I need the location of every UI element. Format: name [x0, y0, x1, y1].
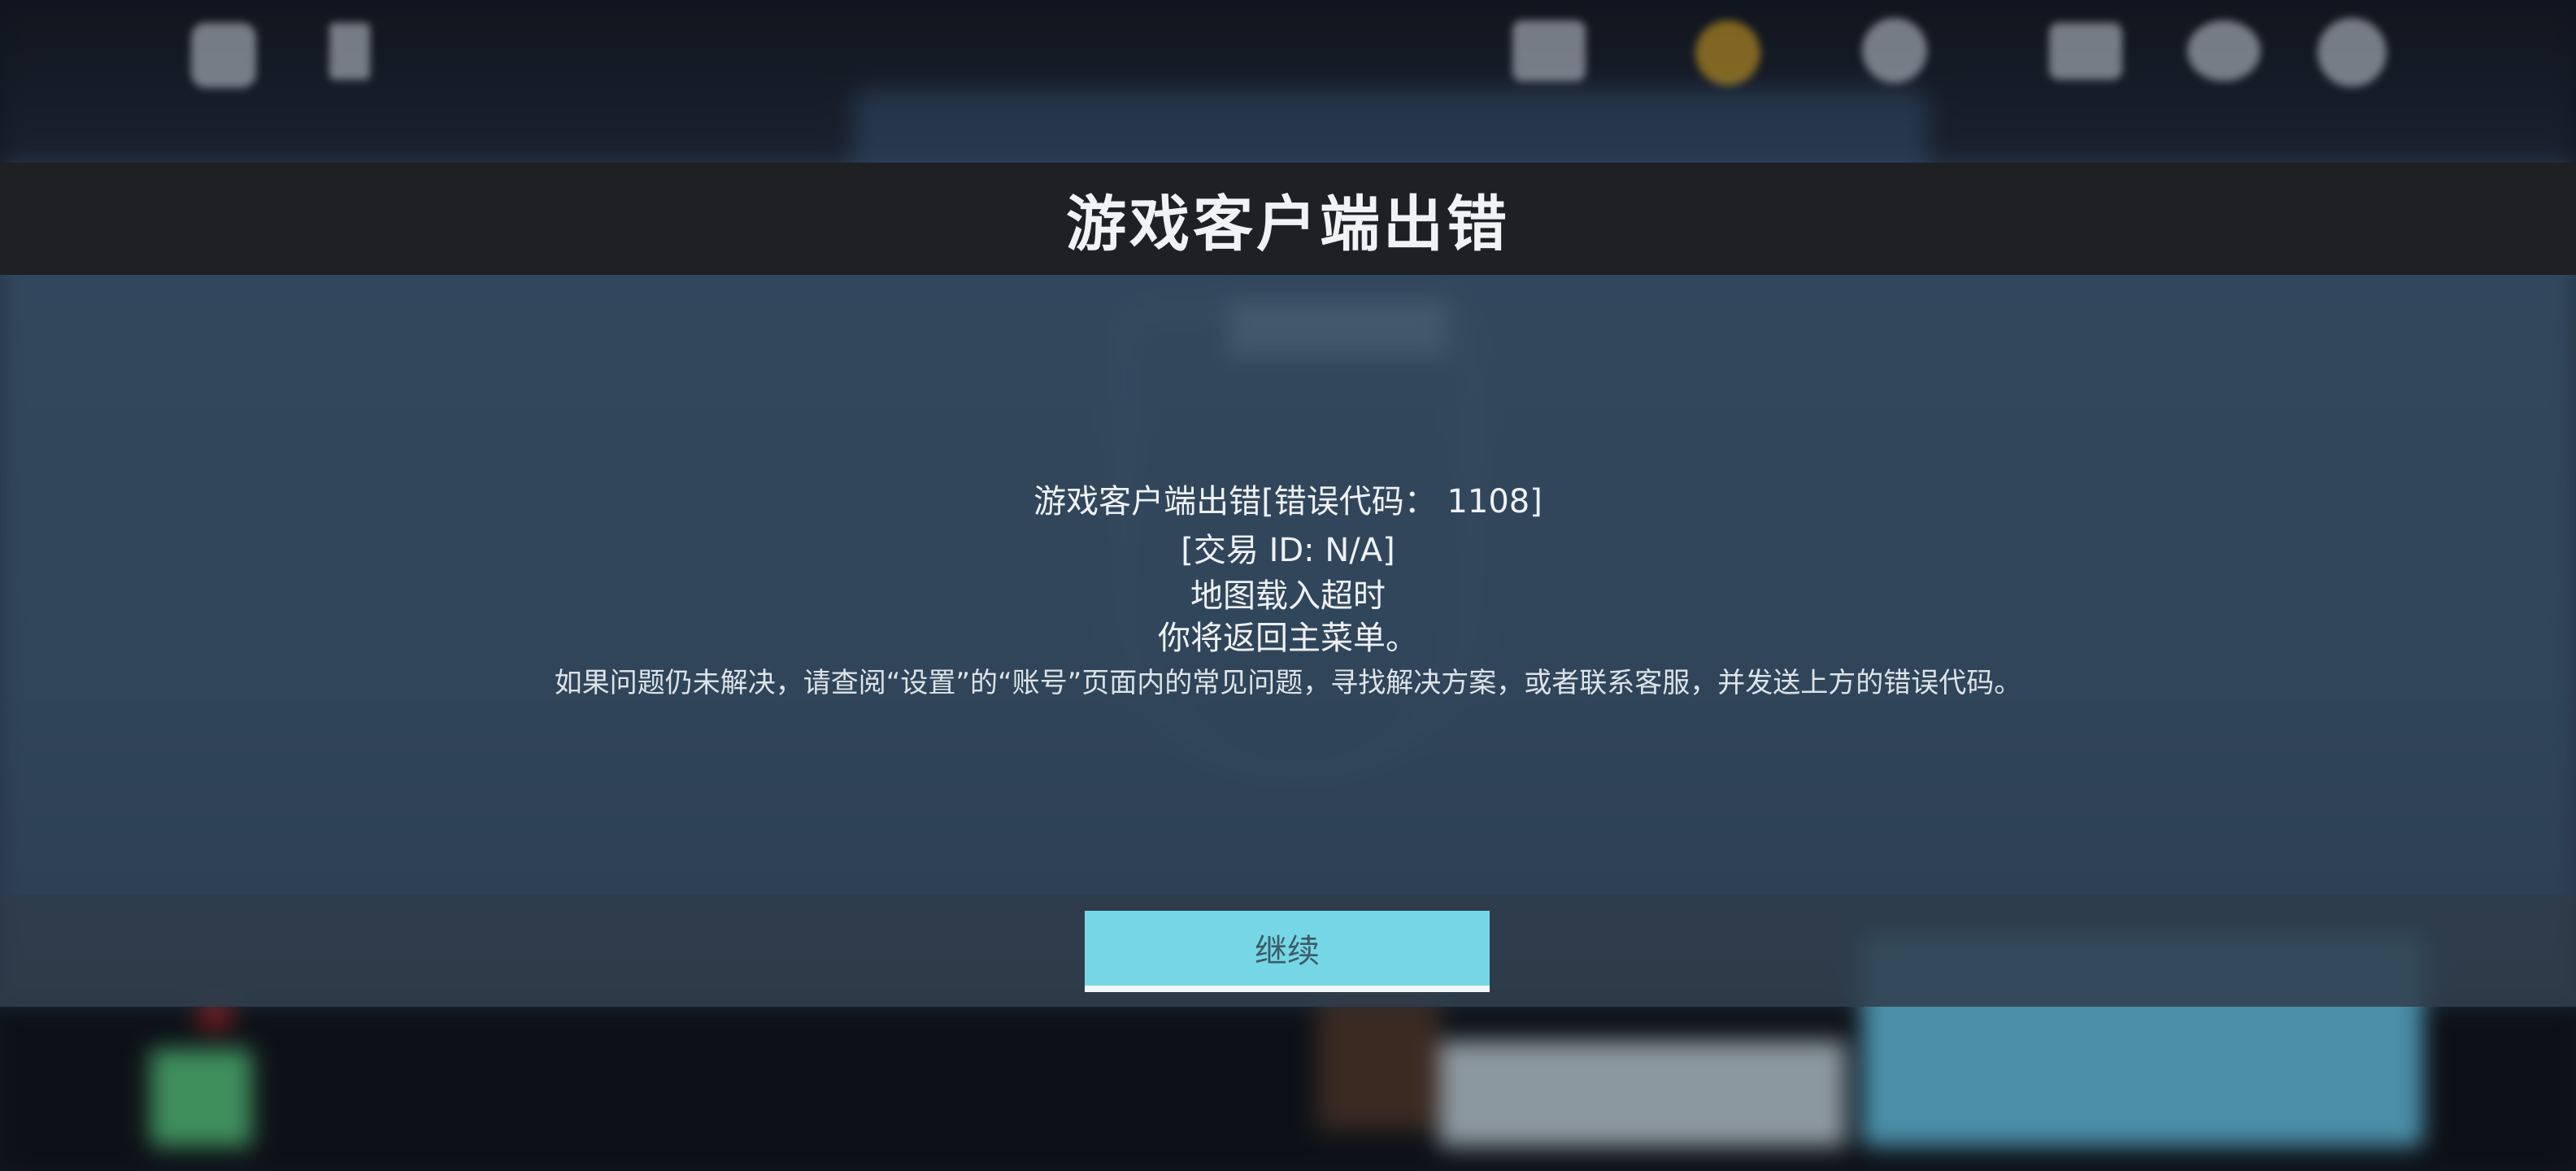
currency-icon: [1512, 20, 1586, 81]
home-icon: [191, 23, 256, 88]
transaction-id-text: [交易 ID: N/A]: [1181, 532, 1395, 569]
back-icon: [329, 23, 370, 80]
globe-icon: [1862, 18, 1927, 83]
return-notice-text: 你将返回主菜单。: [1158, 620, 1418, 657]
continue-button[interactable]: 继续: [1085, 911, 1490, 992]
dialog-title-bar: 游戏客户端出错: [0, 163, 2576, 275]
settings-icon: [2317, 18, 2387, 87]
coin-icon: [1695, 20, 1760, 85]
mail-icon: [2049, 23, 2122, 80]
error-reason-text: 地图载入超时: [1190, 577, 1386, 615]
chat-icon: [2187, 20, 2261, 81]
dialog-title: 游戏客户端出错: [1066, 189, 1510, 259]
top-hud: [0, 0, 2576, 106]
error-code-text: 游戏客户端出错[错误代码： 1108]: [1033, 483, 1543, 520]
help-text: 如果问题仍未解决，请查阅“设置”的“账号”页面内的常见问题，寻找解决方案，或者联…: [554, 667, 2022, 699]
continue-button-label: 继续: [1255, 933, 1320, 970]
